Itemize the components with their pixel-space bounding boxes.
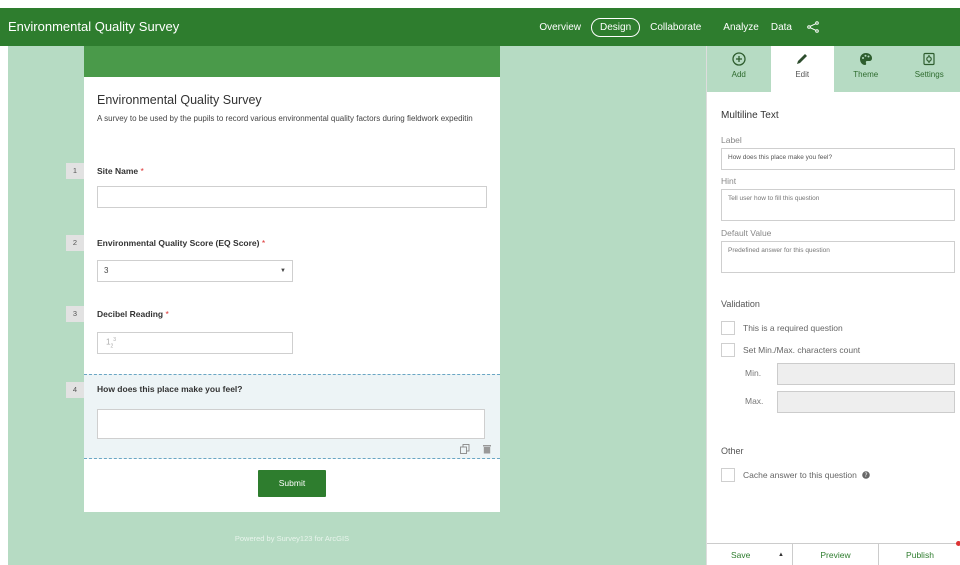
- default-value-textarea[interactable]: Predefined answer for this question: [721, 241, 955, 273]
- question-actions: [460, 444, 492, 454]
- tab-label: Add: [731, 70, 746, 79]
- max-label: Max.: [745, 396, 764, 406]
- nav-analyze[interactable]: Analyze: [723, 22, 759, 33]
- submit-button[interactable]: Submit: [258, 470, 326, 497]
- default-value-caption: Default Value: [721, 228, 772, 238]
- feel-textarea[interactable]: [97, 409, 485, 439]
- required-checkbox[interactable]: [721, 321, 735, 335]
- nav-collaborate[interactable]: Collaborate: [650, 22, 701, 33]
- plus-circle-icon: [732, 52, 746, 66]
- question-number: 2: [66, 235, 84, 251]
- label-input[interactable]: How does this place make you feel?: [721, 148, 955, 170]
- cache-checkbox[interactable]: [721, 468, 735, 482]
- question-label-eq-score[interactable]: Environmental Quality Score (EQ Score) *: [97, 238, 265, 248]
- required-marker: *: [140, 166, 144, 176]
- form-header-banner: [84, 46, 500, 77]
- required-marker: *: [261, 238, 266, 248]
- chevron-down-icon: ▼: [280, 268, 286, 274]
- form-description: A survey to be used by the pupils to rec…: [97, 114, 473, 123]
- left-edge: [0, 46, 8, 565]
- question-label-text: Environmental Quality Score (EQ Score): [97, 238, 260, 248]
- help-icon[interactable]: ?: [862, 471, 871, 479]
- required-checkbox-label: This is a required question: [743, 323, 843, 333]
- selected-question-box[interactable]: 4 How does this place make you feel?: [66, 374, 500, 459]
- hint-placeholder: Tell user how to fill this question: [728, 195, 820, 202]
- main-nav: Overview Design Collaborate Analyze Data: [539, 8, 960, 46]
- copy-icon[interactable]: [460, 444, 470, 454]
- label-caption: Label: [721, 135, 742, 145]
- min-input[interactable]: [777, 363, 955, 385]
- eq-score-select[interactable]: 3 ▼: [97, 260, 293, 282]
- validation-title: Validation: [721, 299, 760, 309]
- tab-theme[interactable]: Theme: [834, 46, 898, 92]
- label-input-value: How does this place make you feel?: [728, 154, 833, 161]
- app-header: Environmental Quality Survey Overview De…: [0, 8, 960, 46]
- hint-textarea[interactable]: Tell user how to fill this question: [721, 189, 955, 221]
- share-icon[interactable]: [806, 20, 820, 34]
- default-value-placeholder: Predefined answer for this question: [728, 247, 830, 254]
- form-title: Environmental Quality Survey: [97, 93, 262, 107]
- tab-edit[interactable]: Edit: [770, 46, 834, 92]
- hint-caption: Hint: [721, 176, 737, 186]
- cache-label-text: Cache answer to this question: [743, 470, 857, 480]
- tab-add[interactable]: Add: [707, 46, 771, 92]
- tab-label: Theme: [853, 70, 879, 79]
- number-icon: 123: [106, 337, 117, 350]
- preview-button[interactable]: Preview: [793, 544, 879, 565]
- minmax-checkbox[interactable]: [721, 343, 735, 357]
- trash-icon[interactable]: [482, 444, 492, 454]
- pencil-icon: [797, 54, 808, 64]
- nav-data[interactable]: Data: [771, 22, 792, 33]
- svg-text:?: ?: [865, 472, 868, 479]
- cache-checkbox-label: Cache answer to this question ?: [743, 470, 871, 480]
- site-name-input[interactable]: [97, 186, 487, 208]
- publish-label: Publish: [906, 550, 934, 560]
- decibel-input[interactable]: 123: [97, 332, 293, 354]
- window-top-strip: [0, 0, 960, 8]
- save-label: Save: [731, 550, 751, 560]
- app-title: Environmental Quality Survey: [8, 19, 180, 34]
- publish-button[interactable]: Publish: [879, 541, 960, 565]
- tab-settings[interactable]: Settings: [898, 46, 960, 92]
- question-label-text: Decibel Reading: [97, 309, 164, 319]
- nav-overview[interactable]: Overview: [539, 22, 581, 33]
- bottom-actions: Save ▲ Preview Publish: [707, 541, 960, 565]
- question-label-decibel[interactable]: Decibel Reading *: [97, 309, 169, 319]
- properties-panel: Add Edit Theme Settings Multiline Text L…: [706, 46, 960, 565]
- tab-label: Edit: [795, 70, 810, 79]
- survey-form: Environmental Quality Survey A survey to…: [66, 46, 500, 512]
- other-title: Other: [721, 446, 744, 456]
- max-input[interactable]: [777, 391, 955, 413]
- min-label: Min.: [745, 368, 762, 378]
- minmax-checkbox-label: Set Min./Max. characters count: [743, 345, 861, 355]
- powered-by-text: Powered by Survey123 for ArcGIS: [234, 534, 350, 543]
- save-button[interactable]: Save ▲: [707, 544, 793, 565]
- question-type-title: Multiline Text: [721, 110, 779, 121]
- select-value: 3: [104, 266, 109, 275]
- notification-dot: [956, 541, 960, 546]
- question-label-text: Site Name: [97, 166, 139, 176]
- question-number: 1: [66, 163, 84, 179]
- tab-label: Settings: [914, 70, 944, 79]
- question-label-feel[interactable]: How does this place make you feel?: [97, 384, 243, 394]
- settings-icon: [923, 52, 935, 66]
- question-label-site-name[interactable]: Site Name *: [97, 166, 144, 176]
- nav-design[interactable]: Design: [591, 17, 641, 37]
- caret-up-icon[interactable]: ▲: [778, 544, 784, 565]
- panel-tabs: Add Edit Theme Settings: [707, 46, 960, 92]
- palette-icon: [859, 53, 872, 65]
- question-number: 4: [66, 382, 84, 398]
- required-marker: *: [165, 309, 169, 319]
- question-number: 3: [66, 306, 84, 322]
